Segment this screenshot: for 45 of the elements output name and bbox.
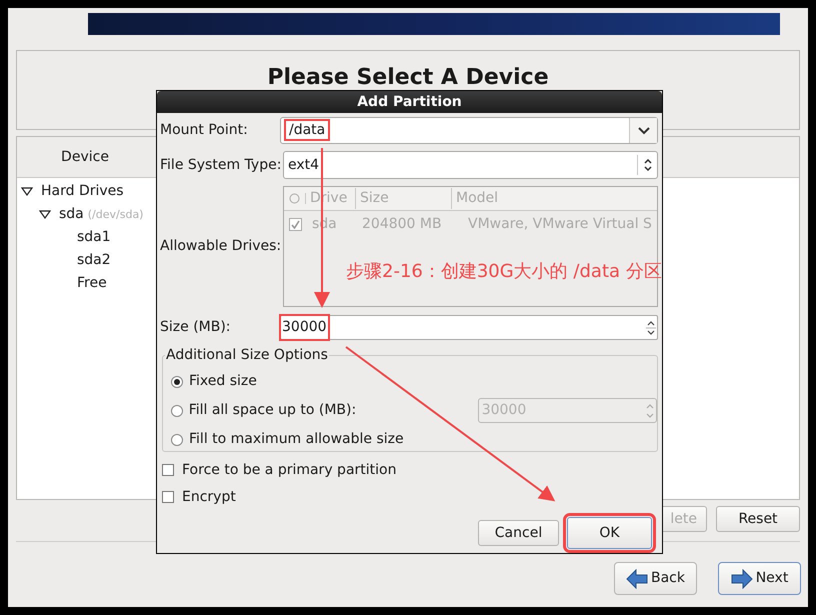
size-spin-field[interactable]: 30000 xyxy=(280,315,658,340)
annotation-text: 步骤2-16：创建30G大小的 /data 分区 xyxy=(346,260,662,284)
field-label: Mount Point: xyxy=(160,121,249,140)
group-title: Additional Size Options xyxy=(165,346,329,364)
option-label: Fill to maximum allowable size xyxy=(189,430,405,449)
table-cell-text: VMware, VMware Virtual S xyxy=(468,214,653,234)
left-arrow-icon xyxy=(626,568,648,588)
field-label: Allowable Drives: xyxy=(160,237,282,256)
tree-item[interactable]: Hard Drives xyxy=(41,181,124,202)
mount-point-combo[interactable]: /data xyxy=(280,117,658,144)
column-header[interactable]: Device xyxy=(17,137,153,177)
expander-icon[interactable] xyxy=(39,210,51,219)
page-heading: Please Select A Device xyxy=(267,65,549,91)
checkbox[interactable] xyxy=(162,464,174,476)
option-label: Fill all space up to (MB): xyxy=(188,401,358,420)
table-cell-text: 204800 MB xyxy=(361,214,443,234)
file-system-select[interactable]: ext4 xyxy=(283,151,658,179)
tree-item[interactable]: sda xyxy=(59,204,84,225)
device-path: (/dev/sda) xyxy=(88,207,144,223)
next-button[interactable]: Next xyxy=(718,562,801,595)
panel-button[interactable]: Reset xyxy=(716,506,800,532)
checkbox-label: Encrypt xyxy=(182,488,236,506)
tree-item[interactable]: Free xyxy=(77,273,107,294)
size-value: 30000 xyxy=(279,314,330,341)
radio-button[interactable] xyxy=(171,434,183,446)
dialog-title: Add Partition xyxy=(157,91,662,113)
tree-item[interactable]: sda1 xyxy=(77,227,111,248)
field-label: File System Type: xyxy=(160,156,282,174)
file-system-value: ext4 xyxy=(288,156,320,172)
dialog-button[interactable]: Cancel xyxy=(478,520,559,546)
up-down-icon xyxy=(644,159,652,171)
expander-icon[interactable] xyxy=(21,187,33,196)
back-button[interactable]: Back xyxy=(614,562,697,595)
checkbox[interactable] xyxy=(288,218,302,230)
option-label: Fixed size xyxy=(189,372,258,391)
checkbox[interactable] xyxy=(162,491,174,503)
radio-button[interactable] xyxy=(171,404,183,416)
checkbox-label: Force to be a primary partition xyxy=(182,460,396,480)
tree-item[interactable]: sda2 xyxy=(77,250,111,271)
chevron-down-icon xyxy=(638,126,650,134)
radio-button[interactable] xyxy=(171,376,183,388)
radio-icon xyxy=(289,193,300,204)
right-arrow-icon xyxy=(730,568,753,588)
mount-point-value: /data xyxy=(284,119,330,141)
field-label: Size (MB): xyxy=(160,318,232,337)
